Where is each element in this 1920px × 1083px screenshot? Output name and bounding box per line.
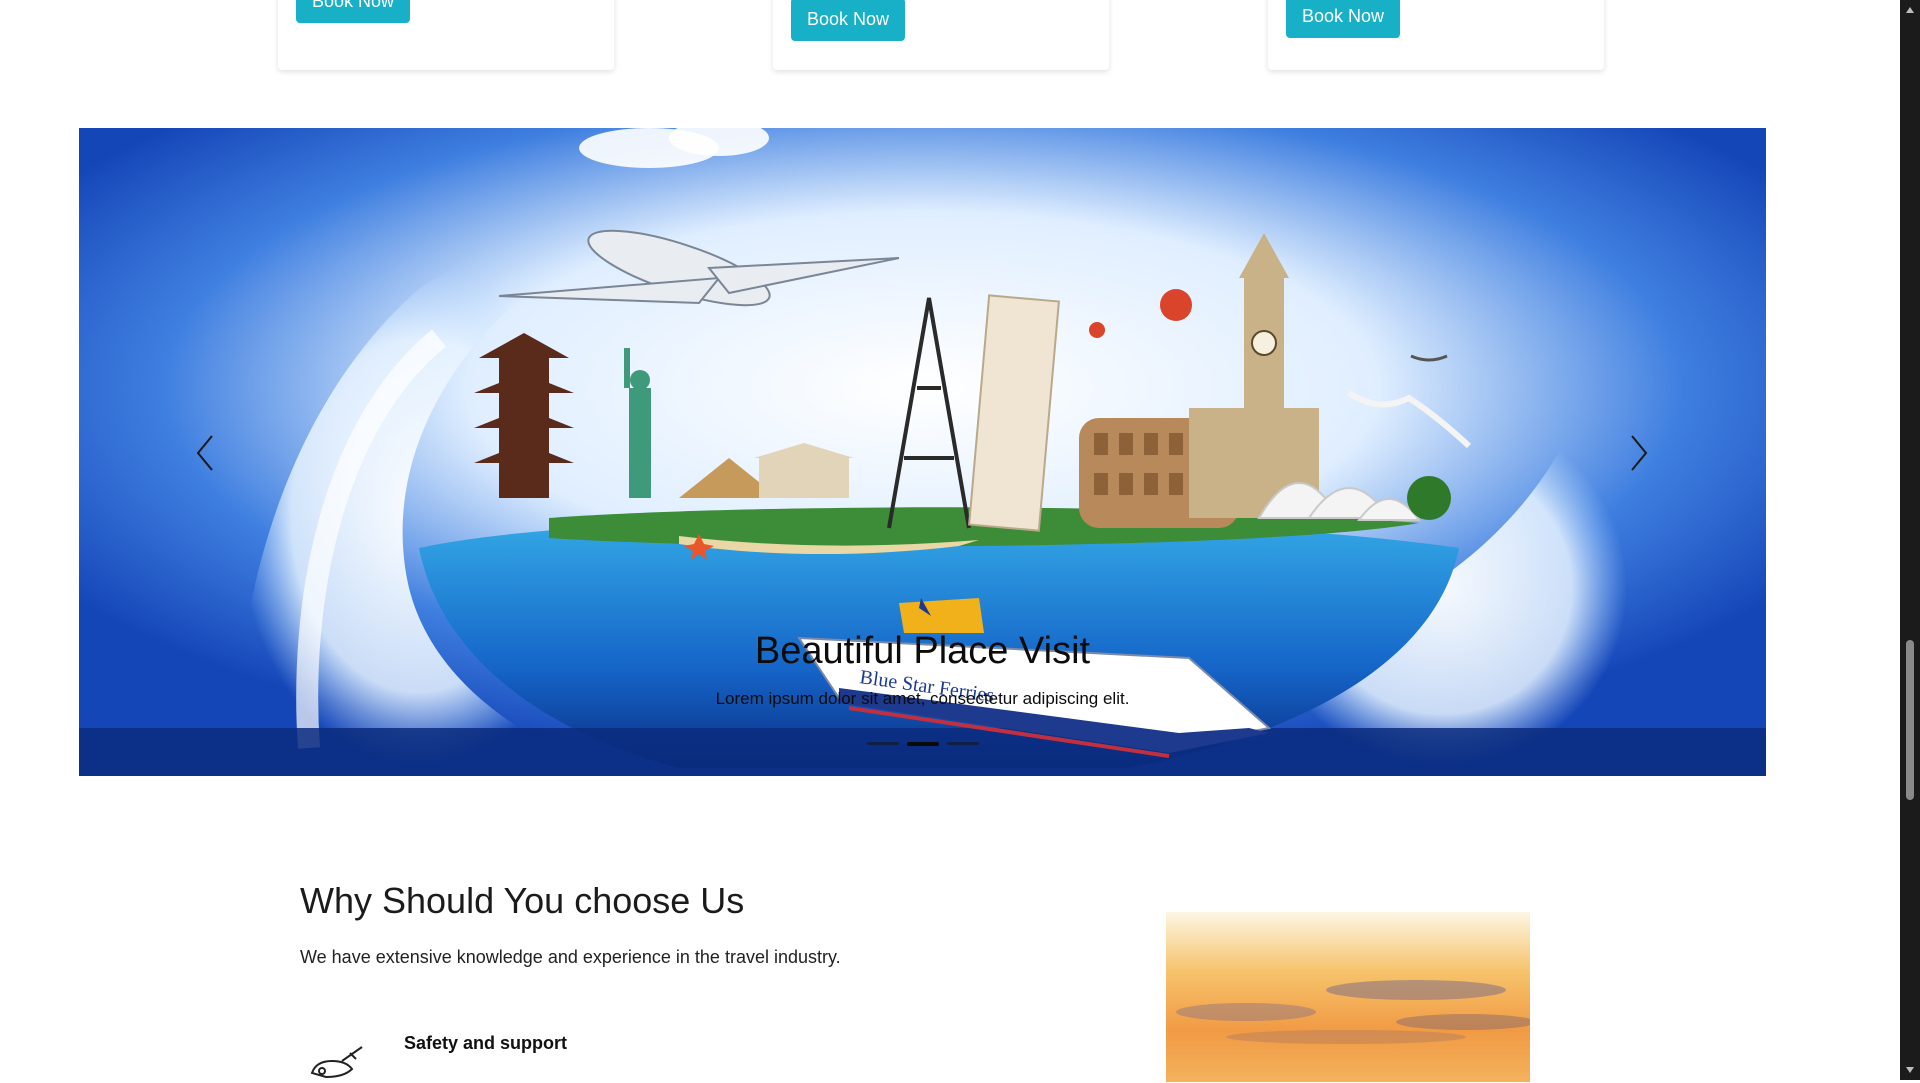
package-card-3: Book Now bbox=[1268, 0, 1604, 70]
carousel-indicator-2[interactable] bbox=[906, 742, 939, 746]
chevron-left-icon bbox=[196, 435, 213, 471]
carousel-indicator-1[interactable] bbox=[866, 742, 899, 745]
safety-support-icon bbox=[310, 1046, 363, 1079]
carousel-indicators bbox=[79, 742, 1766, 746]
why-section-subtitle: We have extensive knowledge and experien… bbox=[300, 947, 841, 967]
scroll-down-arrow-icon[interactable] bbox=[1900, 1062, 1920, 1078]
feature-title-safety: Safety and support bbox=[404, 1033, 568, 1053]
carousel-caption-text: Lorem ipsum dolor sit amet, consectetur … bbox=[715, 689, 1130, 708]
scrollbar-thumb[interactable] bbox=[1906, 640, 1914, 800]
hero-carousel: Blue Star Ferries Beautiful Place Visit … bbox=[79, 128, 1766, 776]
carousel-prev-button[interactable] bbox=[175, 398, 235, 508]
book-now-button-3[interactable]: Book Now bbox=[1286, 0, 1401, 38]
sunset-image bbox=[1166, 912, 1530, 1082]
package-card-1: Book Now bbox=[278, 0, 614, 70]
book-now-button-2[interactable]: Book Now bbox=[791, 0, 906, 41]
carousel-next-button[interactable] bbox=[1609, 398, 1669, 508]
why-section-title: Why Should You choose Us bbox=[300, 880, 745, 921]
page-scrollbar[interactable] bbox=[1900, 0, 1920, 1080]
travel-collage-image: Blue Star Ferries bbox=[79, 128, 1766, 776]
page: Book Now Book Now Book Now Blue Star Fer… bbox=[0, 0, 1900, 1082]
carousel-indicator-3[interactable] bbox=[946, 742, 979, 745]
scroll-up-arrow-icon[interactable] bbox=[1900, 2, 1920, 18]
carousel-caption-title: Beautiful Place Visit bbox=[754, 630, 1091, 672]
chevron-right-icon bbox=[1631, 435, 1648, 471]
package-card-2: Book Now bbox=[773, 0, 1109, 70]
book-now-button-1[interactable]: Book Now bbox=[296, 0, 411, 23]
